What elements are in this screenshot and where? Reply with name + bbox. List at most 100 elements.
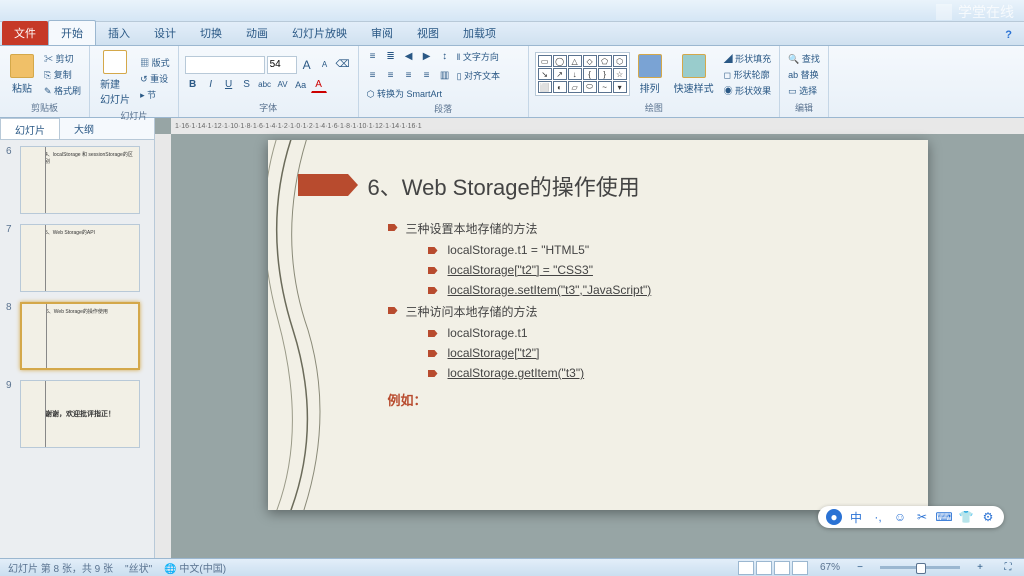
section-button[interactable]: ▸ 节 — [138, 87, 172, 102]
tab-review[interactable]: 审阅 — [359, 21, 405, 45]
shape-fill-button[interactable]: ◢ 形状填充 — [722, 51, 774, 66]
vertical-ruler[interactable] — [155, 134, 171, 558]
thumb-number: 9 — [6, 380, 16, 391]
align-right-button[interactable]: ≡ — [401, 67, 417, 83]
arrange-button[interactable]: 排列 — [634, 52, 666, 97]
arrange-label: 排列 — [640, 80, 660, 95]
arrange-icon — [638, 54, 662, 78]
language-status[interactable]: 🌐 中文(中国) — [164, 560, 226, 575]
tab-slideshow[interactable]: 幻灯片放映 — [280, 21, 359, 45]
clear-format-button[interactable]: ⌫ — [335, 57, 351, 73]
columns-button[interactable]: ▥ — [437, 67, 453, 83]
layout-button[interactable]: ▦ 版式 — [138, 55, 172, 70]
numbering-button[interactable]: ≣ — [383, 48, 399, 64]
align-text-button[interactable]: ▯ 对齐文本 — [455, 68, 502, 83]
watermark-text: 学堂在线 — [958, 2, 1014, 22]
group-drawing-title: 绘图 — [535, 100, 774, 115]
tab-file[interactable]: 文件 — [2, 21, 48, 45]
slide-canvas[interactable]: 6、Web Storage的操作使用 三种设置本地存储的方法 localStor… — [268, 140, 928, 510]
lang-cn-icon[interactable]: 中 — [848, 509, 864, 525]
normal-view-button[interactable] — [738, 561, 754, 575]
replace-button[interactable]: ab 替换 — [786, 67, 822, 82]
quick-styles-icon — [682, 54, 706, 78]
thumbnail-row[interactable]: 9 谢谢，欢迎批评指正！ — [6, 380, 148, 448]
case-button[interactable]: Aa — [293, 77, 309, 93]
thumbnail-row[interactable]: 7 5、Web Storage的API — [6, 224, 148, 292]
emoji-icon[interactable]: ☺ — [892, 509, 908, 525]
shape-effects-button[interactable]: ◉ 形状效果 — [722, 83, 774, 98]
italic-button[interactable]: I — [203, 77, 219, 93]
floating-toolbar: ● 中 ·, ☺ ✂ ⌨ 👕 ⚙ — [818, 506, 1004, 528]
font-size-input[interactable] — [267, 56, 297, 74]
settings-icon[interactable]: ⚙ — [980, 509, 996, 525]
tab-transitions[interactable]: 切换 — [188, 21, 234, 45]
smartart-button[interactable]: ⬡ 转换为 SmartArt — [365, 86, 444, 101]
zoom-level[interactable]: 67% — [820, 562, 840, 573]
line-spacing-button[interactable]: ↕ — [437, 48, 453, 64]
tab-home[interactable]: 开始 — [48, 20, 96, 45]
cut-button[interactable]: ✂ 剪切 — [42, 51, 83, 66]
new-slide-button[interactable]: 新建 幻灯片 — [96, 48, 134, 108]
thumbnail-6[interactable]: 4、localStorage 和 sessionStorage的区别 — [20, 146, 140, 214]
scissors-icon[interactable]: ✂ — [914, 509, 930, 525]
zoom-in-button[interactable]: + — [972, 560, 988, 576]
help-icon[interactable]: ? — [993, 25, 1024, 45]
spacing-button[interactable]: AV — [275, 77, 291, 93]
status-bar: 幻灯片 第 8 张，共 9 张 "丝状" 🌐 中文(中国) 67% − + ⛶ — [0, 558, 1024, 576]
reset-button[interactable]: ↺ 重设 — [138, 71, 172, 86]
reading-view-button[interactable] — [774, 561, 790, 575]
shadow-button[interactable]: abc — [257, 77, 273, 93]
thumbnails-list[interactable]: 6 4、localStorage 和 sessionStorage的区别 7 5… — [0, 140, 154, 558]
slideshow-view-button[interactable] — [792, 561, 808, 575]
view-buttons — [738, 561, 808, 575]
list-item: localStorage.getItem("t3") — [388, 366, 888, 380]
bullets-button[interactable]: ≡ — [365, 48, 381, 64]
quick-styles-button[interactable]: 快速样式 — [670, 52, 718, 97]
tab-addins[interactable]: 加载项 — [451, 21, 508, 45]
tab-view[interactable]: 视图 — [405, 21, 451, 45]
select-button[interactable]: ▭ 选择 — [786, 83, 822, 98]
list-item: localStorage.setItem("t3","JavaScript") — [388, 283, 888, 297]
format-painter-button[interactable]: ✎ 格式刷 — [42, 83, 83, 98]
slide-title[interactable]: 6、Web Storage的操作使用 — [368, 170, 888, 202]
fit-window-button[interactable]: ⛶ — [1000, 560, 1016, 576]
text-direction-button[interactable]: ‖ 文字方向 — [455, 49, 501, 64]
tab-animations[interactable]: 动画 — [234, 21, 280, 45]
font-color-button[interactable]: A — [311, 77, 327, 93]
align-left-button[interactable]: ≡ — [365, 67, 381, 83]
grow-font-button[interactable]: A — [299, 57, 315, 73]
thumbnail-row[interactable]: 6 4、localStorage 和 sessionStorage的区别 — [6, 146, 148, 214]
copy-button[interactable]: ⎘ 复制 — [42, 67, 83, 82]
thumbnail-8[interactable]: 6、Web Storage的操作使用 — [20, 302, 140, 370]
sorter-view-button[interactable] — [756, 561, 772, 575]
thumbnail-9[interactable]: 谢谢，欢迎批评指正！ — [20, 380, 140, 448]
thumb-number: 7 — [6, 224, 16, 235]
indent-inc-button[interactable]: ▶ — [419, 48, 435, 64]
shrink-font-button[interactable]: A — [317, 57, 333, 73]
align-center-button[interactable]: ≡ — [383, 67, 399, 83]
bold-button[interactable]: B — [185, 77, 201, 93]
thumbnail-7[interactable]: 5、Web Storage的API — [20, 224, 140, 292]
thumbnail-row[interactable]: 8 6、Web Storage的操作使用 — [6, 302, 148, 370]
zoom-slider[interactable] — [880, 566, 960, 569]
font-name-input[interactable] — [185, 56, 265, 74]
find-button[interactable]: 🔍 查找 — [786, 51, 822, 66]
ime-icon[interactable]: ● — [826, 509, 842, 525]
horizontal-ruler[interactable]: 1·16·1·14·1·12·1·10·1·8·1·6·1·4·1·2·1·0·… — [171, 118, 1024, 134]
underline-button[interactable]: U — [221, 77, 237, 93]
punct-icon[interactable]: ·, — [870, 509, 886, 525]
tab-insert[interactable]: 插入 — [96, 21, 142, 45]
strike-button[interactable]: S — [239, 77, 255, 93]
zoom-out-button[interactable]: − — [852, 560, 868, 576]
paste-button[interactable]: 粘贴 — [6, 52, 38, 97]
pin-icon[interactable]: 👕 — [958, 509, 974, 525]
tab-design[interactable]: 设计 — [142, 21, 188, 45]
keyboard-icon[interactable]: ⌨ — [936, 509, 952, 525]
shape-gallery[interactable]: ▭◯△◇⬠⬡ ↘↗↓{}☆ ⬜◐▱⬭~▾ — [535, 52, 630, 96]
slide-content[interactable]: 三种设置本地存储的方法 localStorage.t1 = "HTML5" lo… — [368, 220, 888, 380]
group-slides: 新建 幻灯片 ▦ 版式 ↺ 重设 ▸ 节 幻灯片 — [90, 46, 179, 117]
indent-dec-button[interactable]: ◀ — [401, 48, 417, 64]
panel-tab-slides[interactable]: 幻灯片 — [0, 118, 60, 139]
justify-button[interactable]: ≡ — [419, 67, 435, 83]
shape-outline-button[interactable]: ◻ 形状轮廓 — [722, 67, 774, 82]
